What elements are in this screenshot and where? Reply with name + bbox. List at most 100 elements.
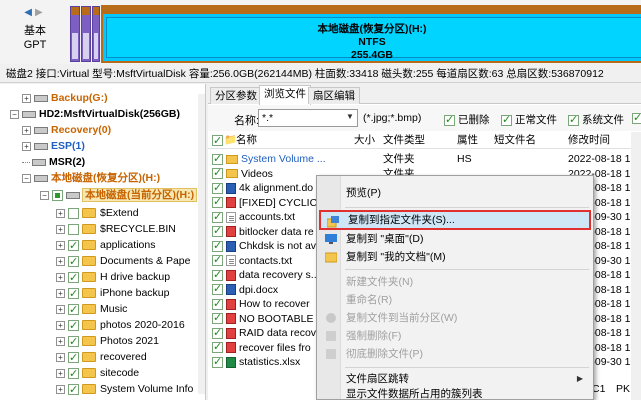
menu-sector-jump[interactable]: 文件扇区跳转 ▶ [319, 369, 591, 389]
tree-node-backup[interactable]: + Backup(G:) [22, 90, 108, 106]
expand-icon[interactable]: + [56, 368, 65, 378]
tree-checkbox[interactable] [68, 254, 79, 270]
row-checkbox[interactable] [212, 210, 223, 224]
menu-copy-to-folder[interactable]: 复制到指定文件夹(S)... [319, 210, 591, 230]
expand-icon[interactable]: + [56, 352, 65, 362]
tree-folder[interactable]: +Photos 2021 [56, 333, 159, 350]
row-checkbox[interactable] [212, 283, 223, 296]
system-filter[interactable]: 系统文件 [568, 112, 624, 127]
tree-folder[interactable]: +System Volume Info [56, 381, 193, 398]
col-size[interactable]: 大小 [354, 132, 375, 149]
tree-checkbox[interactable] [68, 238, 79, 254]
name-filter-input[interactable]: *.* [258, 109, 358, 127]
tab-browse-files[interactable]: 浏览文件 [259, 85, 311, 105]
col-mtime[interactable]: 修改时间 [568, 132, 610, 149]
row-checkbox[interactable] [212, 341, 223, 354]
menu-preview[interactable]: 预览(P) [319, 183, 591, 203]
row-checkbox[interactable] [212, 326, 223, 340]
expand-icon[interactable]: + [22, 93, 31, 103]
deleted-filter[interactable]: 已删除 [444, 112, 490, 127]
tree-checkbox[interactable] [68, 223, 79, 235]
row-checkbox[interactable] [212, 167, 223, 180]
tree-folder[interactable]: + $Extend [56, 205, 139, 221]
expand-icon[interactable]: + [22, 125, 31, 135]
tree-checkbox[interactable] [68, 207, 79, 219]
row-checkbox[interactable] [212, 355, 223, 369]
menu-show-clusters[interactable]: 显示文件数据所占用的簇列表 [319, 387, 591, 400]
tab-partition-params[interactable]: 分区参数 [210, 87, 262, 104]
row-checkbox[interactable] [212, 225, 223, 238]
tree-node-local-current[interactable]: − 本地磁盘(当前分区)(H:) [40, 187, 198, 203]
tree-folder[interactable]: + $RECYCLE.BIN [56, 221, 176, 237]
normal-checkbox[interactable] [501, 113, 512, 126]
expand-icon[interactable]: + [56, 304, 65, 314]
col-attr[interactable]: 属性 [457, 132, 478, 149]
expand-icon[interactable]: + [56, 336, 65, 346]
tree-node-esp[interactable]: + ESP(1) [22, 138, 85, 154]
deleted-checkbox[interactable] [444, 113, 455, 126]
row-checkbox[interactable] [212, 254, 223, 267]
expand-icon[interactable]: + [56, 256, 65, 266]
col-type[interactable]: 文件类型 [383, 132, 425, 149]
expand-icon[interactable]: + [56, 208, 65, 218]
partition-block-msr[interactable] [92, 6, 100, 62]
normal-filter[interactable]: 正常文件 [501, 112, 557, 127]
expand-icon[interactable]: + [22, 141, 31, 151]
tree-folder[interactable]: +applications [56, 237, 155, 254]
tree-checkbox[interactable] [68, 302, 79, 318]
partition-block-recovery[interactable] [70, 6, 80, 62]
partition-block-main[interactable]: 本地磁盘(恢复分区)(H:) NTFS 255.4GB [101, 5, 641, 63]
expand-icon[interactable]: + [56, 320, 65, 330]
system-checkbox[interactable] [568, 113, 579, 126]
menu-copy-mydocs[interactable]: 复制到 "我的文档"(M) [319, 247, 591, 267]
tree-folder[interactable]: +iPhone backup [56, 285, 169, 302]
col-name[interactable]: 名称 [236, 132, 257, 149]
tree-checkbox[interactable] [68, 334, 79, 350]
collapse-icon[interactable]: − [40, 190, 49, 200]
row-checkbox[interactable] [212, 181, 223, 195]
partition-block-esp[interactable] [81, 6, 91, 62]
tree-node-local[interactable]: − 本地磁盘(恢复分区)(H:) [22, 170, 160, 186]
tree-node-msr[interactable]: MSR(2) [22, 154, 85, 170]
collapse-icon[interactable]: − [10, 109, 19, 119]
tree-folder[interactable]: +photos 2020-2016 [56, 317, 185, 334]
tree-checkbox[interactable] [68, 382, 79, 398]
tree-checkbox[interactable] [52, 189, 63, 201]
collapse-icon[interactable]: − [22, 173, 31, 183]
expand-icon[interactable]: + [56, 224, 65, 234]
tree-checkbox[interactable] [68, 366, 79, 382]
row-checkbox[interactable] [212, 152, 223, 166]
row-checkbox[interactable] [212, 268, 223, 282]
tree-folder[interactable]: +Documents & Pape [56, 253, 190, 270]
header-checkbox[interactable] [212, 133, 223, 150]
tree-node-hd2[interactable]: − HD2:MsftVirtualDisk(256GB) [10, 106, 180, 122]
row-checkbox[interactable] [212, 239, 223, 253]
tree-node-recovery[interactable]: + Recovery(0) [22, 122, 111, 138]
file-list-scrollbar[interactable] [631, 132, 641, 400]
tree-checkbox[interactable] [68, 350, 79, 366]
next-disk-icon[interactable]: ▶ [35, 7, 46, 18]
nav-arrows[interactable]: ◀▶ [16, 6, 54, 20]
col-short-name[interactable]: 短文件名 [494, 132, 536, 149]
chevron-down-icon[interactable]: ▼ [346, 112, 354, 121]
tree-folder[interactable]: +recovered [56, 349, 147, 366]
tab-sector-edit[interactable]: 扇区编辑 [308, 87, 360, 104]
expand-icon[interactable]: + [56, 272, 65, 282]
tree-folder[interactable]: +sitecode [56, 365, 139, 382]
prev-disk-icon[interactable]: ◀ [24, 7, 35, 18]
menu-copy-desktop[interactable]: 复制到 "桌面"(D) [319, 229, 591, 249]
expand-icon[interactable]: + [56, 240, 65, 250]
row-checkbox[interactable] [212, 297, 223, 311]
extra-filter[interactable] [632, 111, 641, 124]
tree-checkbox[interactable] [68, 286, 79, 302]
extra-checkbox[interactable] [632, 111, 641, 124]
tree-folder[interactable]: +Music [56, 301, 127, 318]
tree-scrollbar[interactable] [198, 94, 205, 394]
expand-icon[interactable]: + [56, 384, 65, 394]
file-row[interactable]: System Volume ... 文件夹 HS 2022-08-18 16: [208, 152, 641, 166]
tree-checkbox[interactable] [68, 270, 79, 286]
expand-icon[interactable]: + [56, 288, 65, 298]
tree-checkbox[interactable] [68, 318, 79, 334]
row-checkbox[interactable] [212, 196, 223, 209]
row-checkbox[interactable] [212, 312, 223, 325]
